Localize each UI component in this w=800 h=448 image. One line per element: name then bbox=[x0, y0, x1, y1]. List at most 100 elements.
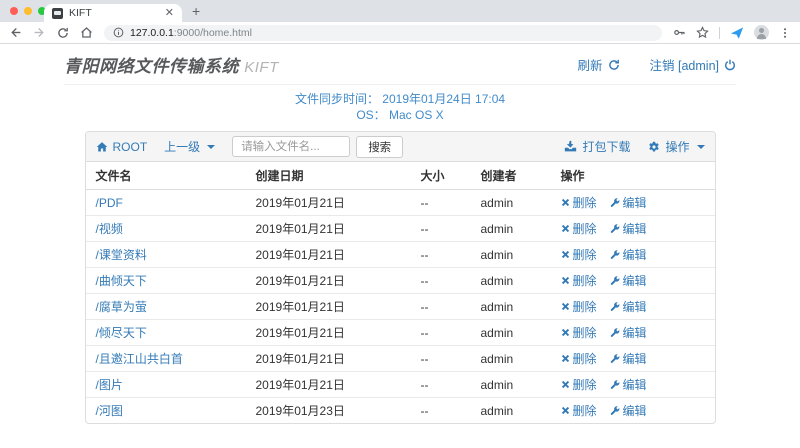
delete-button[interactable]: 删除 bbox=[561, 194, 597, 211]
home-icon[interactable] bbox=[80, 26, 93, 39]
reload-icon[interactable] bbox=[57, 27, 69, 39]
search-button[interactable]: 搜索 bbox=[356, 136, 403, 158]
edit-button[interactable]: 编辑 bbox=[610, 376, 647, 393]
home-icon bbox=[96, 141, 108, 153]
edit-button[interactable]: 编辑 bbox=[610, 324, 647, 341]
col-header-date: 创建日期 bbox=[246, 162, 411, 190]
cell-creator: admin bbox=[471, 398, 551, 424]
cell-creator: admin bbox=[471, 216, 551, 242]
table-row: /河图 2019年01月23日 -- admin 删除编辑 bbox=[86, 398, 715, 424]
password-key-icon[interactable] bbox=[673, 26, 686, 39]
page-title-suffix: KIFT bbox=[244, 59, 279, 76]
back-icon[interactable] bbox=[9, 26, 22, 39]
cell-size: -- bbox=[411, 398, 471, 424]
x-delete-icon bbox=[561, 380, 570, 389]
edit-button[interactable]: 编辑 bbox=[610, 194, 647, 211]
extension-paper-plane-icon[interactable] bbox=[730, 26, 744, 40]
folder-link[interactable]: /图片 bbox=[96, 378, 123, 392]
browser-window: KIFT ✕ + 127.0.0.1:9000/home.html bbox=[0, 0, 800, 448]
refresh-button[interactable]: 刷新 bbox=[578, 55, 620, 74]
cell-date: 2019年01月21日 bbox=[246, 294, 411, 320]
tab-strip: KIFT ✕ + bbox=[0, 0, 800, 22]
x-delete-icon bbox=[561, 276, 570, 285]
page-content: 青阳网络文件传输系统 KIFT 刷新 注销 [admin] bbox=[0, 44, 800, 424]
cell-date: 2019年01月21日 bbox=[246, 268, 411, 294]
logout-button[interactable]: 注销 [admin] bbox=[650, 55, 736, 74]
profile-avatar[interactable] bbox=[754, 25, 769, 40]
x-delete-icon bbox=[561, 354, 570, 363]
folder-link[interactable]: /腐草为萤 bbox=[96, 300, 147, 314]
edit-button[interactable]: 编辑 bbox=[610, 350, 647, 367]
bookmark-star-icon[interactable] bbox=[696, 26, 709, 39]
wrench-icon bbox=[610, 302, 620, 312]
minimize-window-button[interactable] bbox=[24, 7, 32, 15]
new-tab-button[interactable]: + bbox=[192, 3, 200, 19]
window-controls bbox=[10, 7, 46, 15]
cell-size: -- bbox=[411, 216, 471, 242]
cell-date: 2019年01月23日 bbox=[246, 398, 411, 424]
folder-link[interactable]: /河图 bbox=[96, 404, 123, 418]
zip-download-button[interactable]: 打包下载 bbox=[564, 138, 630, 155]
wrench-icon bbox=[610, 250, 620, 260]
file-table-body: /PDF 2019年01月21日 -- admin 删除编辑 /视频 2019年… bbox=[86, 190, 715, 424]
folder-link[interactable]: /且邀江山共白首 bbox=[96, 352, 183, 366]
wrench-icon bbox=[610, 354, 620, 364]
folder-link[interactable]: /视频 bbox=[96, 222, 123, 236]
delete-button[interactable]: 删除 bbox=[561, 298, 597, 315]
status-block: 文件同步时间： 2019年01月24日 17:04 OS： Mac OS X bbox=[0, 91, 800, 123]
search-input[interactable] bbox=[232, 136, 350, 157]
site-header: 青阳网络文件传输系统 KIFT 刷新 注销 [admin] bbox=[64, 44, 736, 85]
table-row: /腐草为萤 2019年01月21日 -- admin 删除编辑 bbox=[86, 294, 715, 320]
root-button[interactable]: ROOT bbox=[96, 140, 148, 154]
cell-size: -- bbox=[411, 372, 471, 398]
x-delete-icon bbox=[561, 328, 570, 337]
folder-link[interactable]: /曲倾天下 bbox=[96, 274, 147, 288]
edit-button[interactable]: 编辑 bbox=[610, 220, 647, 237]
sync-time-line: 文件同步时间： 2019年01月24日 17:04 bbox=[0, 91, 800, 107]
delete-button[interactable]: 删除 bbox=[561, 246, 597, 263]
delete-button[interactable]: 删除 bbox=[561, 324, 597, 341]
page-info-icon[interactable] bbox=[113, 27, 124, 38]
up-level-dropdown[interactable]: 上一级 bbox=[164, 138, 215, 155]
table-row: /PDF 2019年01月21日 -- admin 删除编辑 bbox=[86, 190, 715, 216]
file-table: 文件名 创建日期 大小 创建者 操作 /PDF 2019年01月21日 -- a… bbox=[86, 162, 715, 423]
cell-date: 2019年01月21日 bbox=[246, 190, 411, 216]
edit-button[interactable]: 编辑 bbox=[610, 402, 647, 419]
edit-button[interactable]: 编辑 bbox=[610, 272, 647, 289]
cell-size: -- bbox=[411, 268, 471, 294]
header-actions: 刷新 注销 [admin] bbox=[578, 55, 736, 74]
close-window-button[interactable] bbox=[10, 7, 18, 15]
cell-date: 2019年01月21日 bbox=[246, 242, 411, 268]
delete-button[interactable]: 删除 bbox=[561, 376, 597, 393]
address-bar[interactable]: 127.0.0.1:9000/home.html bbox=[104, 25, 662, 41]
col-header-filename: 文件名 bbox=[86, 162, 246, 190]
cell-size: -- bbox=[411, 242, 471, 268]
delete-button[interactable]: 删除 bbox=[561, 350, 597, 367]
download-icon bbox=[564, 140, 577, 153]
edit-button[interactable]: 编辑 bbox=[610, 298, 647, 315]
cell-date: 2019年01月21日 bbox=[246, 372, 411, 398]
edit-button[interactable]: 编辑 bbox=[610, 246, 647, 263]
folder-link[interactable]: /PDF bbox=[96, 196, 123, 210]
os-line: OS： Mac OS X bbox=[0, 107, 800, 123]
delete-button[interactable]: 删除 bbox=[561, 402, 597, 419]
tab-close-icon[interactable]: ✕ bbox=[165, 8, 174, 19]
cell-creator: admin bbox=[471, 346, 551, 372]
forward-icon[interactable] bbox=[33, 26, 46, 39]
url-text: 127.0.0.1:9000/home.html bbox=[130, 27, 252, 39]
folder-link[interactable]: /课堂资料 bbox=[96, 248, 147, 262]
x-delete-icon bbox=[561, 406, 570, 415]
delete-button[interactable]: 删除 bbox=[561, 220, 597, 237]
actions-dropdown[interactable]: 操作 bbox=[648, 138, 704, 155]
x-delete-icon bbox=[561, 224, 570, 233]
browser-tab[interactable]: KIFT ✕ bbox=[44, 4, 182, 22]
delete-button[interactable]: 删除 bbox=[561, 272, 597, 289]
tab-title: KIFT bbox=[69, 7, 165, 19]
col-header-ops: 操作 bbox=[551, 162, 715, 190]
table-row: /且邀江山共白首 2019年01月21日 -- admin 删除编辑 bbox=[86, 346, 715, 372]
tab-favicon-icon bbox=[52, 8, 63, 19]
chrome-menu-icon[interactable] bbox=[779, 27, 791, 39]
file-browser-panel: ROOT 上一级 搜索 打包下载 bbox=[85, 131, 716, 424]
folder-link[interactable]: /倾尽天下 bbox=[96, 326, 147, 340]
cell-creator: admin bbox=[471, 242, 551, 268]
